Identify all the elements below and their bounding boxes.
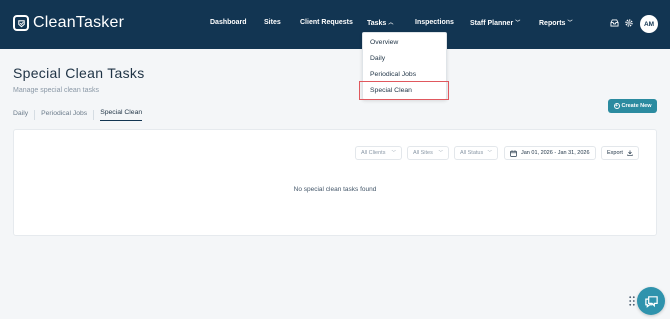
brand-logo[interactable]: CleanTasker [13,14,124,32]
gear-icon[interactable] [624,18,634,28]
chevron-down-icon: ﹀ [515,20,521,26]
nav-sites[interactable]: Sites [264,19,281,26]
tab-periodical-jobs[interactable]: Periodical Jobs [41,110,87,121]
tab-special-clean[interactable]: Special Clean [100,109,143,121]
tab-daily[interactable]: Daily [13,110,28,121]
nav-reports-label: Reports [539,20,566,27]
nav-client-requests[interactable]: Client Requests [300,19,353,26]
calendar-icon [510,149,517,157]
nav-staff-planner[interactable]: Staff Planner ﹀ [470,19,520,27]
clients-filter[interactable]: All Clients ﹀ [355,146,402,160]
inbox-icon[interactable] [610,19,619,27]
status-filter-value: All Status [460,150,484,156]
task-type-tabs: Daily Periodical Jobs Special Clean [13,109,143,121]
highlight-box [359,81,449,100]
plus-circle-icon: + [613,103,620,109]
create-new-button[interactable]: + Create New [608,99,657,113]
date-range-value: Jan 01, 2026 - Jan 31, 2026 [521,150,590,156]
nav-staff-planner-label: Staff Planner [470,20,514,27]
menu-item-periodical-jobs[interactable]: Periodical Jobs [370,71,416,78]
export-label: Export [607,150,623,156]
chevron-down-icon: ﹀ [391,150,397,155]
sites-filter[interactable]: All Sites ﹀ [407,146,449,160]
chevron-down-icon: ﹀ [567,20,573,26]
chevron-down-icon: ﹀ [438,150,444,155]
chat-icon [644,295,658,308]
drag-handle-icon[interactable] [629,296,635,306]
create-new-label: Create New [621,103,652,109]
nav-dashboard[interactable]: Dashboard [210,19,247,26]
chevron-down-icon: ﹀ [487,150,493,155]
nav-tasks-label: Tasks [367,20,387,27]
download-icon [627,150,633,156]
tab-divider [93,110,95,120]
nav-inspections[interactable]: Inspections [415,19,454,26]
status-filter[interactable]: All Status ﹀ [454,146,498,160]
clients-filter-value: All Clients [361,150,386,156]
date-range-picker[interactable]: Jan 01, 2026 - Jan 31, 2026 [504,146,596,160]
top-navigation-bar: CleanTasker Dashboard Sites Client Reque… [0,0,670,49]
export-button[interactable]: Export [601,146,639,160]
tab-divider [34,110,36,120]
clean-tasker-logo-icon [13,15,29,31]
sites-filter-value: All Sites [413,150,433,156]
chevron-up-icon: ︿ [388,20,394,26]
page-title: Special Clean Tasks [13,65,145,81]
menu-item-daily[interactable]: Daily [370,55,385,62]
menu-item-overview[interactable]: Overview [370,39,398,46]
nav-tasks[interactable]: Tasks ︿ [367,19,393,27]
brand-name: CleanTasker [33,14,125,31]
empty-state-message: No special clean tasks found [293,186,377,193]
chat-button[interactable] [637,287,665,315]
user-avatar[interactable]: AM [640,15,658,33]
nav-reports[interactable]: Reports ﹀ [539,19,572,27]
page-subtitle: Manage special clean tasks [13,87,99,94]
